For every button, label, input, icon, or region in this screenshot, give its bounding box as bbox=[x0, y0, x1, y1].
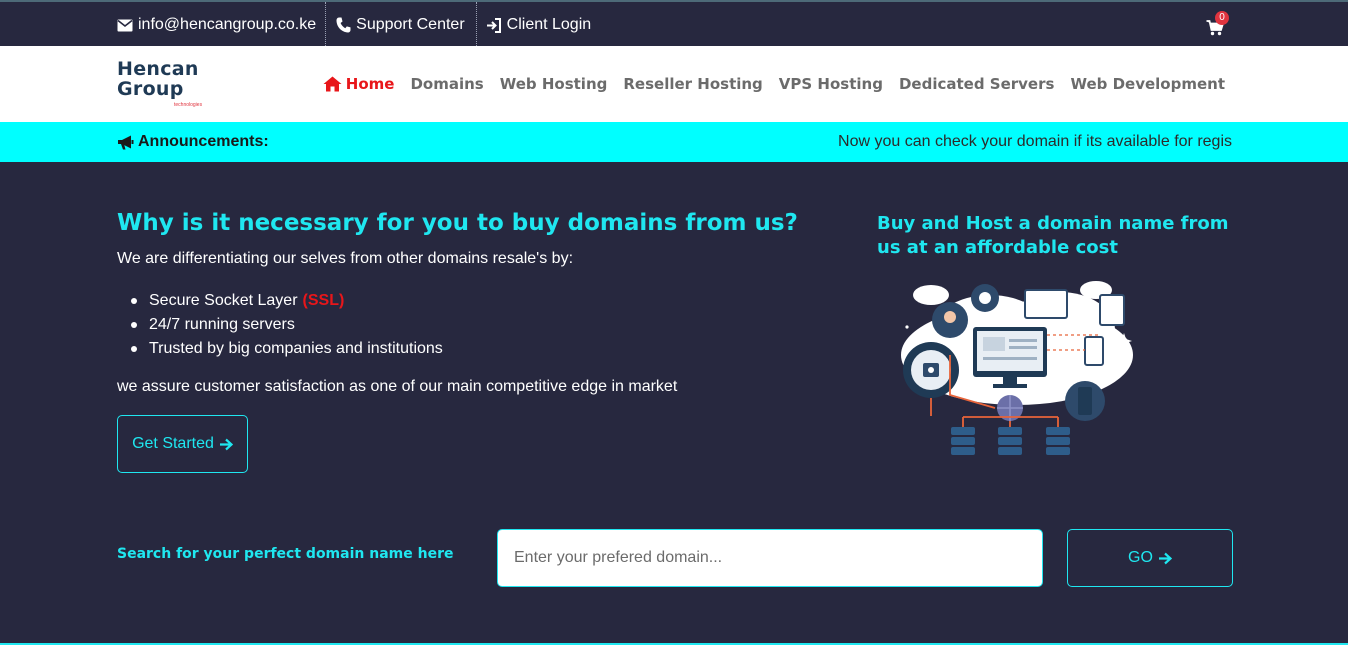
support-center-link[interactable]: Support Center bbox=[325, 2, 476, 48]
main-nav: Home Domains Web Hosting Reseller Hostin… bbox=[323, 46, 1225, 122]
envelope-icon bbox=[117, 19, 133, 31]
nav-web-development[interactable]: Web Development bbox=[1070, 75, 1225, 93]
feature-text: 24/7 running servers bbox=[149, 316, 295, 333]
go-button[interactable]: GO bbox=[1067, 529, 1233, 587]
email-text: info@hencangroup.co.ke bbox=[138, 16, 317, 33]
arrow-right-icon bbox=[1158, 552, 1172, 564]
logo-line-1: Hencan bbox=[117, 58, 199, 80]
feature-text: Secure Socket Layer bbox=[149, 292, 298, 309]
nav-dedicated-servers[interactable]: Dedicated Servers bbox=[899, 75, 1054, 93]
announcement-bar: Announcements: Now you can check your do… bbox=[0, 122, 1348, 162]
feature-list: Secure Socket Layer (SSL) 24/7 running se… bbox=[131, 289, 443, 361]
support-center-text: Support Center bbox=[356, 16, 465, 33]
logo-tagline: technologies bbox=[174, 102, 203, 108]
bullhorn-icon bbox=[118, 135, 134, 149]
get-started-label: Get Started bbox=[132, 435, 214, 452]
hero-title: Why is it necessary for you to buy domai… bbox=[117, 210, 798, 236]
nav-domains[interactable]: Domains bbox=[410, 75, 483, 93]
home-icon bbox=[323, 76, 342, 92]
announcement-label-text: Announcements: bbox=[138, 133, 269, 150]
go-label: GO bbox=[1128, 549, 1153, 566]
logo-line-2: Group bbox=[117, 78, 184, 100]
top-bar: info@hencangroup.co.ke Support Center Cl… bbox=[0, 0, 1348, 48]
announcement-ticker[interactable]: Now you can check your domain if its ava… bbox=[790, 122, 1232, 162]
side-title: Buy and Host a domain name from us at an… bbox=[877, 213, 1229, 258]
nav-home[interactable]: Home bbox=[323, 75, 395, 93]
cloud-hosting-illustration bbox=[901, 281, 1133, 455]
feature-item: Secure Socket Layer (SSL) bbox=[131, 289, 443, 313]
main-navbar: Hencan Group technologies Home Domains W… bbox=[0, 46, 1348, 122]
get-started-button[interactable]: Get Started bbox=[117, 415, 248, 473]
sign-in-icon bbox=[486, 17, 501, 33]
feature-item: Trusted by big companies and institution… bbox=[131, 337, 443, 361]
client-login-link[interactable]: Client Login bbox=[475, 2, 592, 48]
nav-web-hosting[interactable]: Web Hosting bbox=[500, 75, 608, 93]
client-login-text: Client Login bbox=[506, 16, 592, 33]
logo[interactable]: Hencan Group technologies bbox=[117, 58, 202, 111]
feature-text: Trusted by big companies and institution… bbox=[149, 340, 443, 357]
domain-search-input[interactable] bbox=[497, 529, 1043, 587]
nav-reseller-hosting[interactable]: Reseller Hosting bbox=[623, 75, 762, 93]
top-links: info@hencangroup.co.ke Support Center Cl… bbox=[117, 2, 591, 48]
hero-intro: We are differentiating our selves from o… bbox=[117, 250, 574, 267]
nav-home-label: Home bbox=[345, 75, 395, 93]
phone-icon bbox=[336, 17, 351, 33]
feature-item: 24/7 running servers bbox=[131, 313, 443, 337]
search-label: Search for your perfect domain name here bbox=[117, 546, 454, 562]
ssl-tag: (SSL) bbox=[302, 292, 345, 309]
cart-count-badge: 0 bbox=[1215, 11, 1229, 25]
arrow-right-icon bbox=[219, 438, 233, 450]
assurance-text: we assure customer satisfaction as one o… bbox=[117, 378, 678, 395]
announcement-label: Announcements: bbox=[117, 122, 269, 162]
nav-vps-hosting[interactable]: VPS Hosting bbox=[779, 75, 883, 93]
email-link[interactable]: info@hencangroup.co.ke bbox=[117, 2, 325, 48]
